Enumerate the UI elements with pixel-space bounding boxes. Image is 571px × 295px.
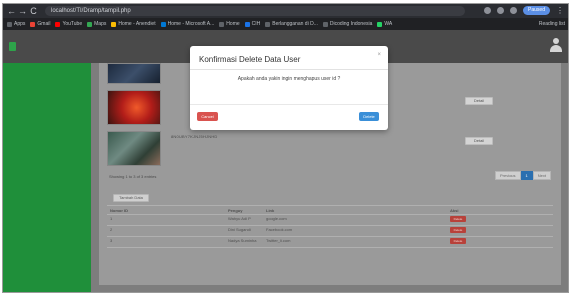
pagination-page-1[interactable]: 1: [520, 171, 533, 180]
header-aksi: Aksi: [447, 205, 553, 215]
bookmark-item[interactable]: Gmail: [30, 18, 50, 30]
image-thumbnail: [107, 131, 161, 166]
delete-button[interactable]: Delete: [450, 216, 466, 222]
bookmark-item[interactable]: Maps: [87, 18, 106, 30]
bookmark-label: Berlangganan di D...: [272, 21, 318, 27]
entries-info: Showing 1 to 3 of 3 entries: [109, 174, 157, 179]
pagination-next[interactable]: Next: [532, 171, 551, 180]
bookmark-item[interactable]: Apps: [7, 18, 25, 30]
cell-action: Delete: [447, 225, 553, 237]
bookmark-label: YouTube: [62, 21, 83, 27]
bookmark-item[interactable]: Berlangganan di D...: [265, 18, 318, 30]
user-account-icon[interactable]: [550, 38, 562, 52]
bookmark-item[interactable]: Home - Anendiet: [111, 18, 156, 30]
image-thumbnail: [107, 90, 161, 125]
forward-button[interactable]: →: [17, 4, 28, 18]
table-header-row: Nomor ID Penguy Link Aksi: [107, 205, 553, 215]
cell-id: 2: [107, 225, 225, 237]
bookmark-favicon-icon: [377, 21, 383, 27]
confirm-delete-button[interactable]: Delete: [359, 112, 379, 121]
bookmark-label: Apps: [14, 21, 26, 27]
bookmark-favicon-icon: [244, 21, 250, 27]
cell-penguy: Dini Sugandi: [225, 225, 263, 237]
cell-link: Facebook.com: [263, 225, 447, 237]
bookmark-label: Maps: [94, 21, 107, 27]
sidebar: [3, 63, 91, 292]
extension-icon[interactable]: [484, 7, 492, 14]
back-button[interactable]: ←: [6, 4, 17, 18]
cancel-button[interactable]: Cancel: [197, 112, 218, 121]
bookmark-item[interactable]: Home - Microsoft A...: [160, 18, 215, 30]
star-icon[interactable]: [510, 7, 518, 14]
cell-action: Delete: [447, 236, 553, 248]
bookmark-label: CIH: [251, 21, 261, 27]
bookmark-favicon-icon: [111, 21, 117, 27]
share-icon[interactable]: [497, 7, 505, 14]
cell-action: Delete: [447, 214, 553, 226]
table-row: 2 Dini Sugandi Facebook.com Delete: [107, 225, 553, 237]
header-penguy: Penguy: [225, 205, 263, 215]
bookmark-favicon-icon: [265, 21, 271, 27]
confirm-delete-modal: Konfirmasi Delete Data User × Apakah and…: [190, 46, 388, 130]
app-logo-icon[interactable]: [9, 42, 16, 51]
detail-button[interactable]: Detail: [465, 137, 493, 145]
browser-toolbar: ← → C localhost/TI/Dramp/tampil.php Paus…: [3, 4, 568, 18]
reload-button[interactable]: C: [28, 4, 39, 18]
modal-divider: [190, 104, 388, 105]
add-data-button[interactable]: Tambah Data: [113, 194, 149, 202]
bookmark-label: Gmail: [37, 21, 51, 27]
header-link: Link: [263, 205, 447, 215]
bookmark-label: Home: [226, 21, 240, 27]
bookmark-item[interactable]: CIH: [244, 18, 261, 30]
image-code-text: 8N0UBY7KJNJ5HJNHD: [171, 134, 218, 139]
bookmark-favicon-icon: [160, 21, 166, 27]
bookmark-label: Home - Anendiet: [118, 21, 156, 27]
reading-list-button[interactable]: Reading list: [539, 18, 565, 30]
cell-id: 3: [107, 236, 225, 248]
header-nomor-id: Nomor ID: [107, 205, 225, 215]
bookmark-item[interactable]: Dicoding Indonesia: [322, 18, 373, 30]
bookmark-item[interactable]: Home: [219, 18, 240, 30]
delete-button[interactable]: Delete: [450, 238, 466, 244]
bookmark-item[interactable]: YouTube: [55, 18, 82, 30]
image-thumbnail: [107, 63, 161, 84]
detail-button[interactable]: Detail: [465, 97, 493, 105]
bookmark-favicon-icon: [30, 21, 36, 27]
cell-link: google.com: [263, 214, 447, 226]
close-icon[interactable]: ×: [377, 52, 381, 58]
bookmark-label: Home - Microsoft A...: [167, 21, 215, 27]
bookmark-item[interactable]: WA: [377, 18, 392, 30]
bookmark-favicon-icon: [322, 21, 328, 27]
bookmark-favicon-icon: [219, 21, 225, 27]
modal-divider: [190, 69, 388, 70]
browser-actions: Paused ⋮: [484, 6, 564, 15]
browser-menu-icon[interactable]: ⋮: [556, 6, 564, 15]
bookmarks-bar: Apps Gmail YouTube Maps Home - Anendiet Home …: [3, 18, 568, 30]
modal-message: Apakah anda yakin ingin menghapus user i…: [237, 76, 341, 82]
pagination-previous[interactable]: Previous: [494, 171, 521, 180]
pagination: Previous 1 Next: [494, 171, 551, 180]
cell-penguy: Nadya Suminha: [225, 236, 263, 248]
bookmark-favicon-icon: [7, 21, 12, 27]
address-bar[interactable]: localhost/TI/Dramp/tampil.php: [45, 6, 465, 16]
cell-penguy: Wahyu Adi P: [225, 214, 263, 226]
modal-title: Konfirmasi Delete Data User: [199, 55, 301, 64]
cell-id: 1: [107, 214, 225, 226]
bookmark-label: Dicoding Indonesia: [329, 21, 373, 27]
bookmark-favicon-icon: [55, 21, 61, 27]
table-row: 1 Wahyu Adi P google.com Delete: [107, 214, 553, 226]
bookmark-favicon-icon: [87, 21, 93, 27]
screenshot-frame: ← → C localhost/TI/Dramp/tampil.php Paus…: [2, 3, 569, 293]
users-table: Nomor ID Penguy Link Aksi 1 Wahyu Adi P …: [107, 205, 553, 248]
table-row: 3 Nadya Suminha Twitter_li.com Delete: [107, 236, 553, 248]
cell-link: Twitter_li.com: [263, 236, 447, 248]
profile-button[interactable]: Paused: [523, 6, 550, 15]
delete-button[interactable]: Delete: [450, 227, 466, 233]
bookmark-label: WA: [384, 21, 393, 27]
